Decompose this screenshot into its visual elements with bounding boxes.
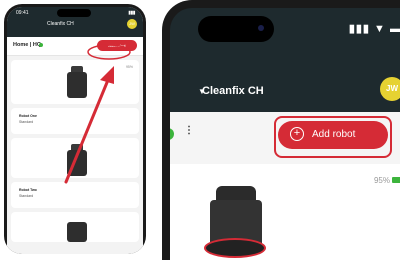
add-robot-button[interactable]: + Add robot (278, 121, 388, 149)
add-robot-label: Add robot (312, 129, 356, 140)
right-avatar[interactable]: JW (380, 77, 400, 101)
right-header-title[interactable]: Cleanfix CH (202, 85, 264, 97)
right-section-bar: ⋮ + Add robot (170, 112, 400, 164)
right-robot-card[interactable]: 95% (170, 164, 400, 260)
plus-circle-icon: + (290, 127, 304, 141)
status-indicator-icon (170, 128, 174, 140)
robot-base-ring (204, 238, 266, 258)
right-phone-frame: ▮▮▮ ▼ ▬ ▼ Cleanfix CH JW ⋮ + Add robot 9… (162, 0, 400, 260)
battery-percent: 95% (373, 176, 390, 185)
battery-icon (392, 177, 400, 183)
camera-icon (258, 25, 264, 31)
right-dynamic-island (198, 16, 274, 42)
more-options-icon[interactable]: ⋮ (184, 125, 194, 136)
right-phone-screen: ▮▮▮ ▼ ▬ ▼ Cleanfix CH JW ⋮ + Add robot 9… (170, 8, 400, 260)
right-status-icons: ▮▮▮ ▼ ▬ (348, 23, 400, 35)
